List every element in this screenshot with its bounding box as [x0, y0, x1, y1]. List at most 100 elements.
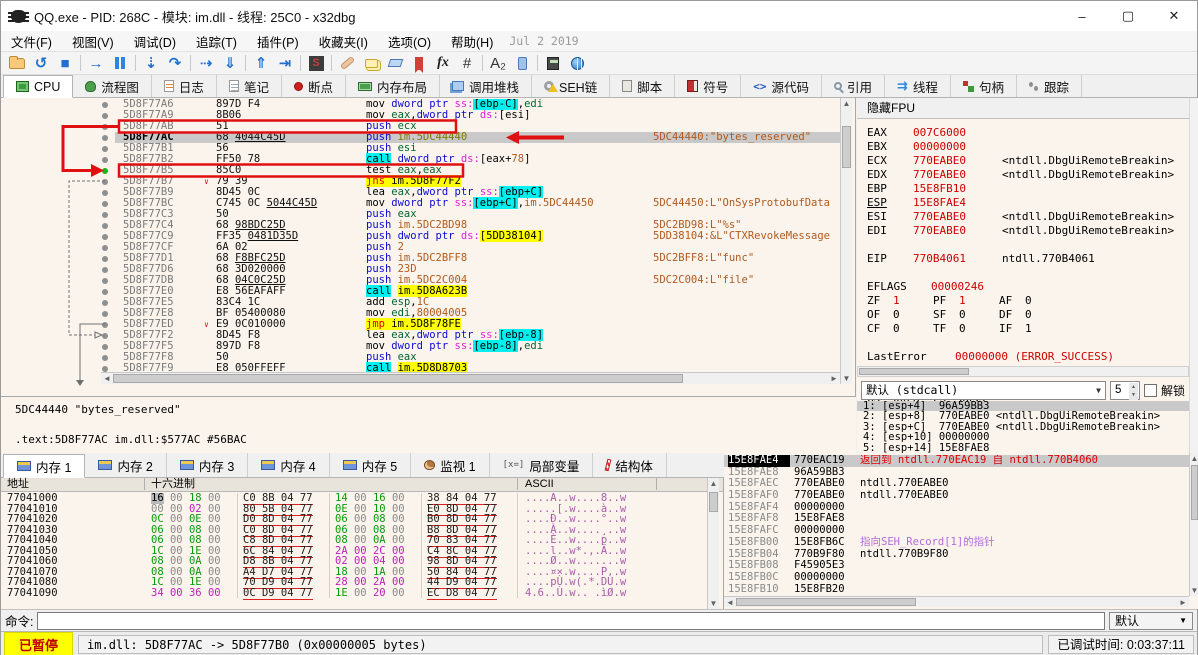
- stack-pane[interactable]: 15E8FAE4 770EAC19 返回到 ntdll.770EAC19 自 ntd…: [724, 453, 1198, 609]
- stack-row[interactable]: 15E8FAF0 770EABE0 ntdll.770EABE0: [724, 489, 1189, 502]
- row-dot[interactable]: [102, 101, 108, 108]
- tab-符号[interactable]: 符号: [675, 75, 742, 97]
- disassembly-vertical-scrollbar[interactable]: ▲ ▼: [840, 98, 852, 384]
- disassembly-horizontal-scrollbar[interactable]: ◄ ►: [101, 372, 840, 384]
- patches-icon[interactable]: [335, 53, 359, 73]
- memory-globe-icon[interactable]: [565, 53, 589, 73]
- menu-item-P[interactable]: 插件(P): [247, 30, 309, 53]
- unlock-checkbox[interactable]: 解锁: [1143, 382, 1185, 399]
- menu-item-I[interactable]: 收藏夹(I): [309, 30, 378, 53]
- stack-row[interactable]: 15E8FB10 15E8FB20: [724, 583, 1189, 596]
- registers-pane[interactable]: 隐藏FPU EAX 007C6000 EBX 00000000 ECX 770EABE0 <…: [857, 98, 1198, 453]
- comments-icon[interactable]: [359, 53, 383, 73]
- stack-row[interactable]: 15E8FB0C 00000000: [724, 571, 1189, 584]
- hash-icon[interactable]: #: [455, 53, 479, 73]
- register-lines[interactable]: EAX 007C6000 EBX 00000000 ECX 770EABE0 <ntdll.…: [867, 126, 1187, 406]
- tab-笔记[interactable]: 笔记: [217, 75, 282, 97]
- registers-horizontal-scrollbar[interactable]: [857, 366, 1189, 377]
- step-over-icon[interactable]: ↷: [163, 53, 187, 73]
- tab-内存布局[interactable]: 内存布局: [346, 75, 440, 97]
- step-out-icon[interactable]: ⇓: [218, 53, 242, 73]
- pause-icon[interactable]: [108, 53, 132, 73]
- menu-item-F[interactable]: 文件(F): [1, 30, 62, 53]
- row-dot[interactable]: [102, 222, 108, 229]
- tab-线程[interactable]: ⇉ 线程: [885, 75, 951, 97]
- row-dot[interactable]: [102, 134, 108, 141]
- minimize-button[interactable]: –: [1059, 1, 1105, 31]
- row-dot[interactable]: [102, 343, 108, 350]
- argument-row[interactable]: 4: [esp+10] 00000000: [857, 432, 1189, 443]
- maximize-button[interactable]: ▢: [1105, 1, 1151, 31]
- row-dot[interactable]: [102, 189, 108, 196]
- tab-日志[interactable]: 日志: [152, 75, 217, 97]
- argument-count-stepper[interactable]: 5: [1109, 380, 1140, 400]
- close-button[interactable]: ✕: [1151, 1, 1197, 31]
- labels-icon[interactable]: [383, 53, 407, 73]
- tab-源代码[interactable]: <> 源代码: [741, 75, 822, 97]
- menu-item-H[interactable]: 帮助(H): [441, 30, 503, 53]
- run-icon[interactable]: →: [84, 53, 108, 73]
- argument-row[interactable]: 5: [esp+14] 15E8FAE8: [857, 442, 1189, 453]
- command-input[interactable]: [37, 611, 1105, 630]
- tab-调用堆栈[interactable]: 调用堆栈: [440, 75, 532, 97]
- tab-跟踪[interactable]: 跟踪: [1017, 75, 1082, 97]
- registers-vertical-scrollbar[interactable]: [1189, 98, 1198, 453]
- open-file-icon[interactable]: [5, 53, 29, 73]
- row-dot[interactable]: [102, 244, 108, 251]
- dump-row[interactable]: 77041090 34 00 36 00 0C D9 04 77 1E 00 20 0…: [1, 586, 707, 600]
- tab-流程图[interactable]: 流程图: [73, 75, 152, 97]
- dump-vertical-scrollbar[interactable]: ▲ ▼: [707, 478, 719, 609]
- tab-结构体[interactable]: 结构体: [593, 453, 667, 477]
- row-dot[interactable]: [102, 288, 108, 295]
- menu-item-O[interactable]: 选项(O): [378, 30, 441, 53]
- row-dot[interactable]: [102, 277, 108, 284]
- row-dot[interactable]: [102, 156, 108, 163]
- stack-vertical-scrollbar[interactable]: ▲ ▼: [1189, 453, 1198, 596]
- tab-监视1[interactable]: 监视 1: [411, 453, 490, 477]
- functions-icon[interactable]: fx: [431, 53, 455, 73]
- tab-句柄[interactable]: 句柄: [951, 75, 1017, 97]
- hide-fpu-button[interactable]: 隐藏FPU: [857, 98, 1198, 119]
- disassembly-rows[interactable]: 5D8F77A6 897D F4 mov dword ptr ss:[ebp-C],…: [1, 99, 841, 385]
- row-dot[interactable]: [102, 310, 108, 317]
- stop-icon[interactable]: ■: [53, 53, 77, 73]
- restart-icon[interactable]: ↺: [29, 53, 53, 73]
- modules-icon[interactable]: [510, 53, 534, 73]
- tab-内存1[interactable]: 内存 1: [3, 454, 86, 478]
- menu-item-V[interactable]: 视图(V): [62, 30, 124, 53]
- stack-rows[interactable]: 15E8FAE4 770EAC19 返回到 ntdll.770EAC19 自 ntd…: [724, 455, 1189, 596]
- tab-内存3[interactable]: 内存 3: [167, 453, 249, 477]
- menu-item-T[interactable]: 追踪(T): [186, 30, 247, 53]
- strings-icon[interactable]: A₂: [486, 53, 510, 73]
- tab-SEH链[interactable]: SEH链: [532, 75, 611, 97]
- call-arguments-list[interactable]: 1: [esp+4] 96A59BB3 2: [esp+8] 770EABE0 <…: [857, 401, 1189, 453]
- step-into-icon[interactable]: ⇣: [139, 53, 163, 73]
- memory-dump-pane[interactable]: 地址 十六进制 ASCII 77041000 16 00 18 00 C0 8B 0…: [1, 478, 724, 609]
- row-dot[interactable]: [102, 145, 108, 152]
- row-dot[interactable]: [102, 178, 108, 185]
- tab-局部变量[interactable]: [x=] 局部变量: [490, 453, 594, 477]
- run-to-user-code-icon[interactable]: ⇥: [273, 53, 297, 73]
- disassembly-pane[interactable]: 5D8F77A6 897D F4 mov dword ptr ss:[ebp-C],…: [1, 98, 856, 453]
- row-dot[interactable]: [102, 332, 108, 339]
- stack-row[interactable]: 15E8FB00 15E8FB6C 指向SEH_Record[1]的指针: [724, 536, 1189, 549]
- stack-row[interactable]: 15E8FAE4 770EAC19 返回到 ntdll.770EAC19 自 ntd…: [724, 455, 1189, 467]
- tab-断点[interactable]: 断点: [282, 75, 346, 97]
- scylla-icon[interactable]: S: [304, 53, 328, 73]
- tab-CPU[interactable]: CPU: [3, 75, 74, 98]
- menu-item-D[interactable]: 调试(D): [124, 30, 186, 53]
- row-dot[interactable]: [102, 123, 108, 130]
- row-dot[interactable]: [102, 266, 108, 273]
- run-to-selection-icon[interactable]: ⇢: [194, 53, 218, 73]
- stack-horizontal-scrollbar[interactable]: ◄ ►: [724, 596, 1189, 607]
- tab-脚本[interactable]: 脚本: [610, 75, 676, 97]
- tab-内存4[interactable]: 内存 4: [248, 453, 330, 477]
- row-dot[interactable]: [102, 365, 108, 372]
- row-dot[interactable]: [102, 321, 108, 328]
- checkbox-box[interactable]: [1143, 383, 1157, 397]
- row-dot[interactable]: [102, 200, 108, 207]
- tab-内存2[interactable]: 内存 2: [85, 453, 167, 477]
- execute-till-return-icon[interactable]: ⇑: [249, 53, 273, 73]
- row-dot[interactable]: [102, 299, 108, 306]
- dump-rows[interactable]: 77041000 16 00 18 00 C0 8B 04 77 14 00 16 0…: [1, 493, 707, 609]
